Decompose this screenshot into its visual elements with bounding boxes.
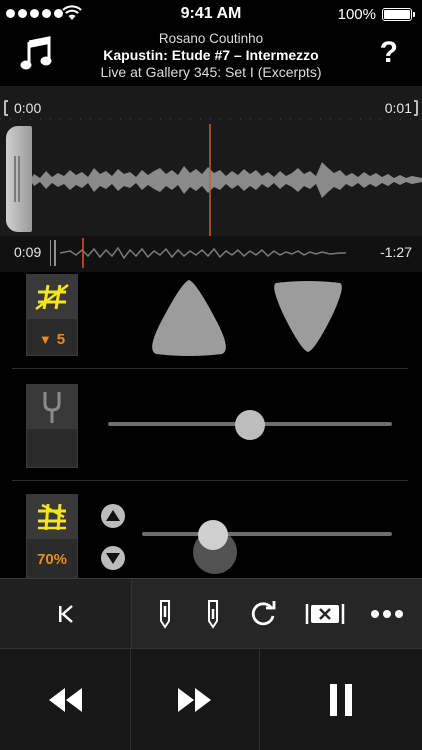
more-button[interactable] (368, 597, 406, 631)
speed-value: 70% (36, 550, 68, 568)
skip-to-start-button[interactable] (0, 579, 132, 649)
album-name: Live at Gallery 345: Set I (Excerpts) (100, 64, 322, 80)
current-position-time: 0:09 (14, 244, 42, 260)
more-icon (371, 610, 403, 618)
track-title: Kapustin: Etude #7 – Intermezzo (103, 47, 319, 63)
pause-icon (330, 684, 352, 716)
pitch-up-triangle-icon[interactable] (146, 278, 232, 356)
artist-name: Rosano Coutinho (158, 31, 264, 46)
pitch-transpose-icon (35, 284, 69, 310)
speed-slider-thumb[interactable] (198, 520, 228, 550)
set-start-marker-button[interactable] (152, 597, 178, 631)
loop-button[interactable] (246, 597, 280, 631)
pause-button[interactable] (260, 649, 422, 750)
music-note-icon (20, 36, 52, 70)
pitch-button[interactable]: ▼ 5 (26, 274, 78, 356)
waveform-zoomed[interactable] (0, 124, 422, 236)
selection-start-time: 0:00 (14, 100, 42, 116)
pitch-amount: 5 (56, 330, 66, 348)
speed-slider-track[interactable] (142, 532, 392, 536)
tuning-fork-icon (43, 392, 61, 423)
music-library-button[interactable] (20, 34, 54, 74)
speed-icon (38, 503, 66, 531)
selection-start-bracket-icon (4, 100, 8, 116)
speed-button[interactable]: 70% (26, 494, 78, 578)
clear-loop-button[interactable] (304, 597, 346, 631)
pitch-value: ▼ 5 (27, 320, 77, 358)
clear-loop-icon (305, 604, 345, 624)
time-ruler (0, 118, 422, 120)
rewind-button[interactable] (0, 649, 130, 750)
fast-forward-icon (178, 688, 211, 712)
tuning-button[interactable] (26, 384, 78, 468)
waveform-panel[interactable]: 0:00 0:01 0:09 -1:27 (0, 86, 422, 272)
battery-icon (382, 8, 415, 21)
row-divider (12, 368, 408, 369)
selection-end-time: 0:01 (384, 100, 412, 116)
toolbar (0, 578, 422, 649)
set-end-marker-button[interactable] (200, 597, 226, 631)
fast-forward-button[interactable] (131, 649, 259, 750)
tuning-slider-thumb[interactable] (235, 410, 265, 440)
skip-to-start-icon (59, 605, 73, 623)
battery-percent: 100% (337, 6, 376, 23)
triangle-up-icon (106, 510, 120, 521)
selection-handle[interactable] (6, 126, 32, 232)
selection-end-bracket-icon (414, 100, 418, 116)
transport-bar (0, 648, 422, 750)
loop-icon (251, 601, 276, 626)
set-end-marker-icon (208, 600, 218, 629)
track-info[interactable]: Rosano Coutinho Kapustin: Etude #7 – Int… (70, 30, 352, 81)
adjustment-controls: ▼ 5 70% (0, 272, 422, 578)
help-button[interactable]: ? (380, 36, 398, 70)
triangle-down-icon (106, 553, 120, 564)
rewind-icon (49, 688, 82, 712)
speed-increase-button[interactable] (101, 504, 125, 528)
remaining-time: -1:27 (380, 244, 412, 260)
row-divider (12, 480, 408, 481)
pitch-down-triangle-icon[interactable] (268, 280, 348, 354)
waveform-overview-graph[interactable] (50, 238, 350, 268)
now-playing-header: Rosano Coutinho Kapustin: Etude #7 – Int… (0, 28, 422, 86)
set-start-marker-icon (160, 600, 170, 629)
pitch-direction-icon: ▼ (38, 331, 52, 347)
status-bar: 9:41 AM 100% (0, 0, 422, 28)
speed-decrease-button[interactable] (101, 546, 125, 570)
